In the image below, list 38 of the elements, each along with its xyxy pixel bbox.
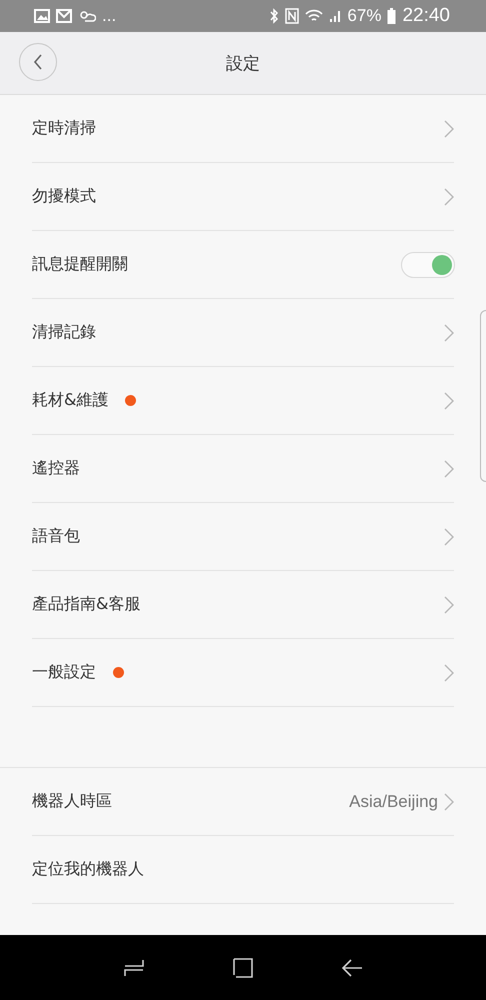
nfc-icon (285, 8, 300, 24)
battery-percent: 67% (347, 6, 382, 26)
battery-icon (387, 8, 396, 24)
back-button[interactable] (19, 43, 57, 81)
chevron-icon (444, 664, 454, 682)
home-icon (232, 956, 254, 978)
signal-icon (329, 9, 342, 23)
chevron-icon (444, 392, 454, 410)
chevron-icon (444, 596, 454, 614)
chevron-icon (444, 528, 454, 546)
more-notifications: ... (102, 6, 116, 26)
weather-icon (78, 9, 96, 23)
clock: 22:40 (402, 5, 450, 27)
image-icon (34, 9, 50, 23)
setting-value: Asia/Beijing (349, 792, 438, 812)
settings-item[interactable]: 清掃記錄 (32, 322, 96, 343)
chevron-icon (444, 460, 454, 478)
toggle-switch[interactable] (401, 252, 455, 278)
bluetooth-icon (269, 8, 280, 24)
chevron-icon (444, 120, 454, 138)
chevron-icon (444, 324, 454, 342)
settings-item[interactable]: 語音包 (32, 526, 80, 547)
chevron-icon (444, 188, 454, 206)
settings-item[interactable]: 定時清掃 (32, 118, 96, 139)
wifi-icon (305, 9, 324, 23)
settings-item[interactable]: 遙控器 (32, 458, 80, 479)
chevron-icon (444, 792, 454, 810)
back-arrow-icon (340, 956, 363, 978)
settings-item[interactable]: 定位我的機器人 (32, 859, 144, 880)
back-icon (33, 54, 43, 70)
settings-item[interactable]: 耗材&維護 (32, 390, 108, 411)
settings-item[interactable]: 一般設定 (32, 662, 96, 683)
settings-item[interactable]: 產品指南&客服 (32, 594, 140, 615)
settings-item[interactable]: 訊息提醒開關 (32, 254, 128, 275)
settings-item[interactable]: 機器人時區 (32, 791, 112, 812)
page-title: 設定 (226, 52, 260, 74)
settings-item[interactable]: 勿擾模式 (32, 186, 96, 207)
mail-icon (56, 9, 72, 23)
